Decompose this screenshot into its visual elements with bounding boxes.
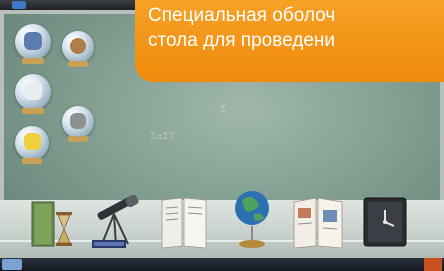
paint-icon[interactable] <box>15 126 49 164</box>
app-window: ΣαΣϒ Σ Специальная оболоч стола для пров… <box>0 0 444 271</box>
hourglass-book-icon[interactable] <box>30 198 76 250</box>
globe-icon[interactable] <box>232 188 272 252</box>
banner-text: Специальная оболоч стола для проведени <box>148 3 444 53</box>
books-icon[interactable] <box>15 24 51 64</box>
house-icon[interactable] <box>15 74 51 114</box>
stand-icon[interactable] <box>62 106 94 142</box>
telescope-icon[interactable] <box>88 190 146 250</box>
document-icon[interactable] <box>160 196 208 250</box>
system-tray-icon[interactable] <box>424 258 442 271</box>
clock-icon[interactable] <box>362 196 408 250</box>
taskbar <box>0 258 444 271</box>
open-book-icon[interactable] <box>292 196 344 250</box>
banner-line-1: Специальная оболоч <box>148 5 336 26</box>
start-button[interactable] <box>2 259 22 270</box>
banner-line-2: стола для проведени <box>148 30 336 51</box>
app-logo-icon[interactable] <box>12 1 26 9</box>
world-icon[interactable] <box>62 31 94 67</box>
